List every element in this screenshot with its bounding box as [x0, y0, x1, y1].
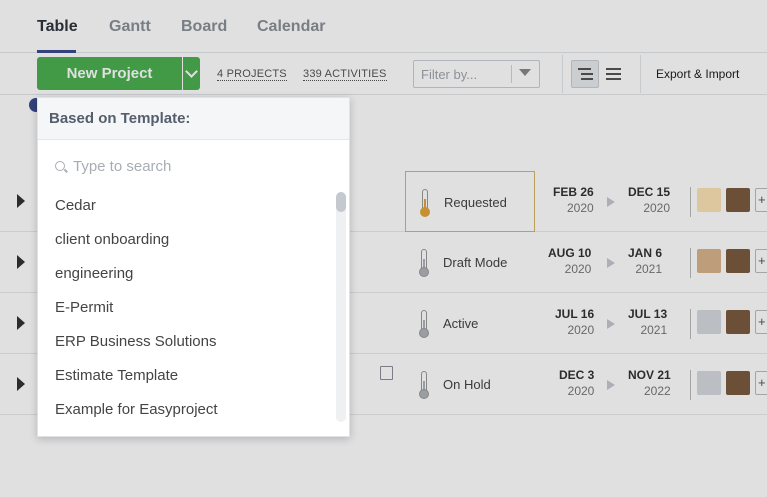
template-list: Cedar client onboarding engineering E-Pe…: [38, 194, 338, 432]
scrollbar[interactable]: [336, 192, 346, 422]
list-item[interactable]: Estimate Template: [38, 364, 338, 398]
template-search-input[interactable]: Type to search: [55, 158, 171, 175]
list-item[interactable]: E-Permit: [38, 296, 338, 330]
list-item[interactable]: Example for Easyproject: [38, 398, 338, 432]
list-item[interactable]: engineering: [38, 262, 338, 296]
scrollbar-thumb[interactable]: [336, 192, 346, 212]
list-item[interactable]: ERP Business Solutions: [38, 330, 338, 364]
search-placeholder: Type to search: [73, 158, 172, 175]
list-item[interactable]: Cedar: [38, 194, 338, 228]
template-dropdown: Based on Template: Type to search Cedar …: [37, 97, 350, 437]
list-item[interactable]: client onboarding: [38, 228, 338, 262]
search-icon: [55, 161, 65, 171]
dropdown-header: Based on Template:: [38, 98, 349, 140]
